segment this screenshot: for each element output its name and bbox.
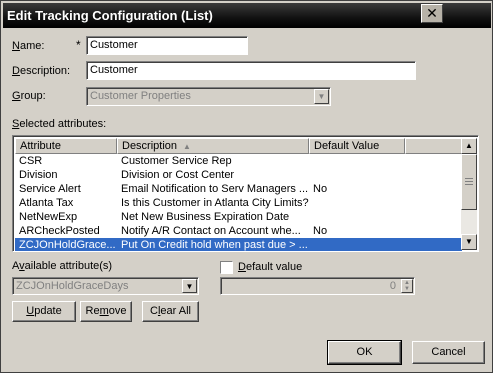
selected-attributes-label: Selected attributes: [12,118,107,130]
group-select[interactable]: Customer Properties ▼ [86,87,331,106]
table-row[interactable]: CSR Customer Service Rep [15,154,462,168]
selected-attributes-list[interactable]: Attribute Description ▲ Default Value CSR… [12,135,479,252]
column-header-default-value[interactable]: Default Value [309,138,405,154]
cell-attribute: Atlanta Tax [19,197,74,209]
sort-ascending-icon: ▲ [183,142,191,151]
cell-description: Is this Customer in Atlanta City Limits? [121,197,309,209]
cell-description: Put On Credit hold when past due > ... [121,239,308,251]
cell-attribute: ARCheckPosted [19,225,100,237]
table-row[interactable]: Atlanta Tax Is this Customer in Atlanta C… [15,196,462,210]
list-header: Attribute Description ▲ Default Value [15,138,462,154]
remove-button[interactable]: Remove [80,301,132,322]
scroll-down-icon[interactable]: ▼ [461,234,477,250]
column-header-description[interactable]: Description ▲ [117,138,309,154]
cell-attribute: NetNewExp [19,211,78,223]
cell-description: Email Notification to Serv Managers ... [121,183,309,195]
cell-default: No [313,225,328,237]
column-header-attribute[interactable]: Attribute [15,138,117,154]
table-row[interactable]: Service Alert Email Notification to Serv … [15,182,462,196]
close-button[interactable]: ✕ [421,4,443,23]
cell-default [309,238,405,251]
group-label: Group: [12,90,46,102]
cancel-button[interactable]: Cancel [412,341,485,364]
cell-attribute: Service Alert [19,183,81,195]
list-rows: CSR Customer Service Rep Division Division … [15,154,462,251]
vertical-scrollbar[interactable]: ▲ ▼ [461,138,477,250]
cell-attribute: Division [19,169,58,181]
ok-button[interactable]: OK [327,340,402,365]
name-label: Name: [12,40,45,52]
cell-attribute: CSR [19,155,43,167]
cell-default: No [313,183,328,195]
table-row[interactable]: Division Division or Cost Center [15,168,462,182]
scroll-thumb[interactable] [461,154,477,210]
cell-description: Division or Cost Center [121,169,235,181]
title-bar[interactable]: Edit Tracking Configuration (List) [3,3,491,28]
available-attributes-label: Available attribute(s) [12,260,113,272]
scroll-up-icon[interactable]: ▲ [461,138,477,154]
table-row[interactable]: ZCJOnHoldGrace... Put On Credit hold when… [15,238,462,251]
description-label: Description: [12,65,71,77]
name-input[interactable]: Customer [86,36,248,55]
default-value-spinner[interactable]: 0 ▲ ▼ [220,277,415,295]
table-row[interactable]: NetNewExp Net New Business Expiration Dat… [15,210,462,224]
default-value-label: Default value [238,261,303,273]
window-title: Edit Tracking Configuration (List) [7,8,213,23]
table-row[interactable]: ARCheckPosted Notify A/R Contact on Accou… [15,224,462,238]
cell-description: Customer Service Rep [121,155,232,167]
chevron-down-icon[interactable]: ▼ [314,89,329,104]
dialog-window: Edit Tracking Configuration (List) ✕ Nam… [0,0,493,373]
spinner-arrows-icon[interactable]: ▲ ▼ [401,279,413,293]
cell-description: Net New Business Expiration Date [121,211,290,223]
cell-attribute: ZCJOnHoldGrace... [19,239,116,251]
cell-description: Notify A/R Contact on Account whe... [121,225,301,237]
available-attribute-select[interactable]: ZCJOnHoldGraceDays ▼ [12,277,199,295]
chevron-down-icon[interactable]: ▼ [182,279,197,293]
clear-all-button[interactable]: Clear All [142,301,199,322]
close-icon: ✕ [426,5,438,21]
cell-default [309,168,405,182]
column-header-filler [405,138,462,154]
required-marker: * [76,38,81,52]
description-input[interactable]: Customer [86,61,416,80]
cell-default [309,154,405,168]
default-value-checkbox[interactable] [220,261,233,274]
update-button[interactable]: Update [12,301,76,322]
cell-default [309,210,405,224]
cell-default [309,196,405,210]
